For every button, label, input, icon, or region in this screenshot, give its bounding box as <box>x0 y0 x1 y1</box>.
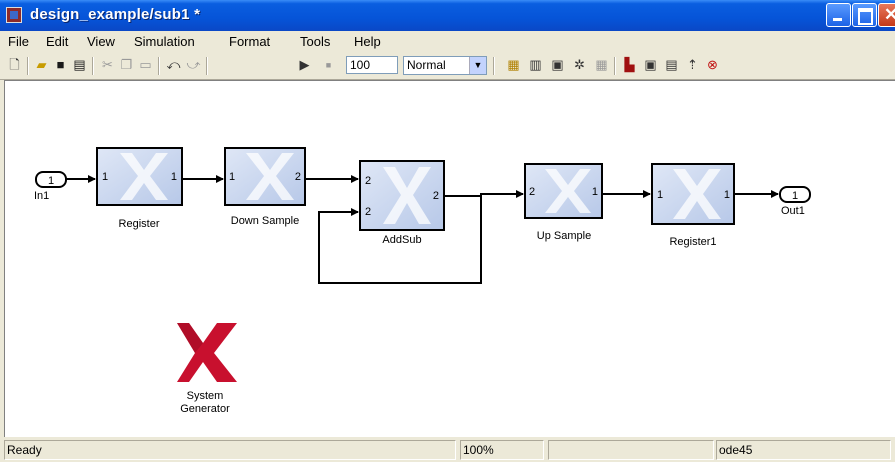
close-icon: ✕ <box>884 5 895 24</box>
zoom-level: 100% <box>460 440 544 460</box>
menu-format[interactable]: Format <box>229 34 270 49</box>
copy-icon[interactable]: ❐ <box>118 56 135 74</box>
toolbar-separator <box>27 57 29 75</box>
block-in-port-label: 1 <box>229 171 235 183</box>
block-in-port-label: 2 <box>529 186 535 198</box>
model-canvas[interactable]: 1 In1 1 1 Register 1 2 Down Sample 2 2 2… <box>4 80 895 437</box>
stop-sign-icon[interactable]: ⊗ <box>704 56 721 74</box>
status-text: Ready <box>4 440 456 460</box>
menu-help[interactable]: Help <box>354 34 381 49</box>
block-register1[interactable]: 1 1 Register1 <box>651 163 735 248</box>
toolbar-separator <box>493 57 495 75</box>
maximize-button[interactable] <box>852 3 877 27</box>
outport-number: 1 <box>792 190 798 202</box>
properties-icon[interactable]: ▤ <box>663 56 680 74</box>
block-down-sample[interactable]: 1 2 Down Sample <box>224 147 306 227</box>
block-in-port-label: 1 <box>102 171 108 183</box>
toolbar-separator <box>158 57 160 75</box>
menu-edit[interactable]: Edit <box>46 34 68 49</box>
chevron-down-icon[interactable]: ▼ <box>469 57 486 74</box>
simulation-mode-value: Normal <box>407 58 446 72</box>
inport-number: 1 <box>48 175 54 187</box>
status-bar: Ready 100% ode45 <box>0 438 895 462</box>
block-name: Register <box>119 218 160 230</box>
block-in-port-label: 2 <box>365 175 371 187</box>
system-generator-label-line2: Generator <box>180 403 230 415</box>
model-browser-icon[interactable]: ▙ <box>621 56 638 74</box>
block-up-sample[interactable]: 2 1 Up Sample <box>524 163 603 242</box>
paste-icon[interactable]: ▭ <box>137 56 154 74</box>
menu-file[interactable]: File <box>8 34 29 49</box>
block-in-port-label: 1 <box>657 189 663 201</box>
menu-view[interactable]: View <box>87 34 115 49</box>
block-out-port-label: 1 <box>171 171 177 183</box>
block-name: Down Sample <box>231 215 299 227</box>
toolbar-separator <box>206 57 208 75</box>
toolbar-separator <box>614 57 616 75</box>
build-icon[interactable]: ▦ <box>505 56 522 74</box>
block-name: Up Sample <box>537 230 591 242</box>
block-name: Register1 <box>669 236 716 248</box>
save-icon[interactable]: ■ <box>52 56 69 74</box>
simulation-mode-select[interactable]: Normal ▼ <box>403 56 487 75</box>
redo-icon[interactable]: ⤻ <box>185 56 202 74</box>
toolbar-separator <box>92 57 94 75</box>
cut-icon[interactable]: ✂ <box>99 56 116 74</box>
inport-in1[interactable]: 1 In1 <box>34 171 67 202</box>
block-out-port-label: 1 <box>724 189 730 201</box>
simulink-app-icon[interactable] <box>6 7 22 23</box>
inport-label: In1 <box>34 190 49 202</box>
start-icon[interactable]: ▶ <box>296 56 313 74</box>
status-blank <box>548 440 714 460</box>
simulink-window: design_example/sub1 * ✕ File Edit View S… <box>0 0 895 462</box>
library-icon[interactable]: ▥ <box>527 56 544 74</box>
block-register[interactable]: 1 1 Register <box>96 147 183 230</box>
block-out-port-label: 2 <box>433 190 439 202</box>
menu-tools[interactable]: Tools <box>300 34 330 49</box>
block-name: AddSub <box>382 234 421 246</box>
block-out-port-label: 2 <box>295 171 301 183</box>
menu-bar: File Edit View Simulation Format Tools H… <box>0 31 895 53</box>
block-in-port-label: 2 <box>365 206 371 218</box>
parent-icon[interactable]: ⇡ <box>684 56 701 74</box>
window-title: design_example/sub1 * <box>30 6 201 23</box>
block-diagram-icon[interactable]: ▣ <box>642 56 659 74</box>
stop-time-input[interactable]: 100 <box>346 56 398 74</box>
update-icon[interactable]: ▣ <box>549 56 566 74</box>
minimize-button[interactable] <box>826 3 851 27</box>
block-diagram: 1 In1 1 1 Register 1 2 Down Sample 2 2 2… <box>34 147 811 415</box>
stop-icon[interactable]: ■ <box>320 56 337 74</box>
outport-out1[interactable]: 1 Out1 <box>779 186 811 217</box>
menu-simulation[interactable]: Simulation <box>134 34 195 49</box>
open-icon[interactable]: ▰ <box>33 56 50 74</box>
new-icon[interactable]: 🗋 <box>6 56 23 74</box>
signal-line[interactable] <box>444 190 524 198</box>
close-button[interactable]: ✕ <box>878 3 895 27</box>
toolbar: 🗋 ▰ ■ ▤ ✂ ❐ ▭ ⤺ ⤻ ▶ ■ 100 Normal ▼ ▦ ▥ ▣… <box>0 53 895 80</box>
solver-name: ode45 <box>716 440 891 460</box>
title-bar[interactable]: design_example/sub1 * ✕ <box>0 0 895 31</box>
debug-icon[interactable]: ✲ <box>571 56 588 74</box>
system-generator-block[interactable]: System Generator <box>177 323 237 415</box>
explorer-icon[interactable]: ▦ <box>593 56 610 74</box>
system-generator-label-line1: System <box>187 390 224 402</box>
print-icon[interactable]: ▤ <box>71 56 88 74</box>
block-out-port-label: 1 <box>592 186 598 198</box>
outport-label: Out1 <box>781 205 805 217</box>
block-addsub[interactable]: 2 2 2 AddSub <box>359 160 445 246</box>
undo-icon[interactable]: ⤺ <box>165 56 182 74</box>
